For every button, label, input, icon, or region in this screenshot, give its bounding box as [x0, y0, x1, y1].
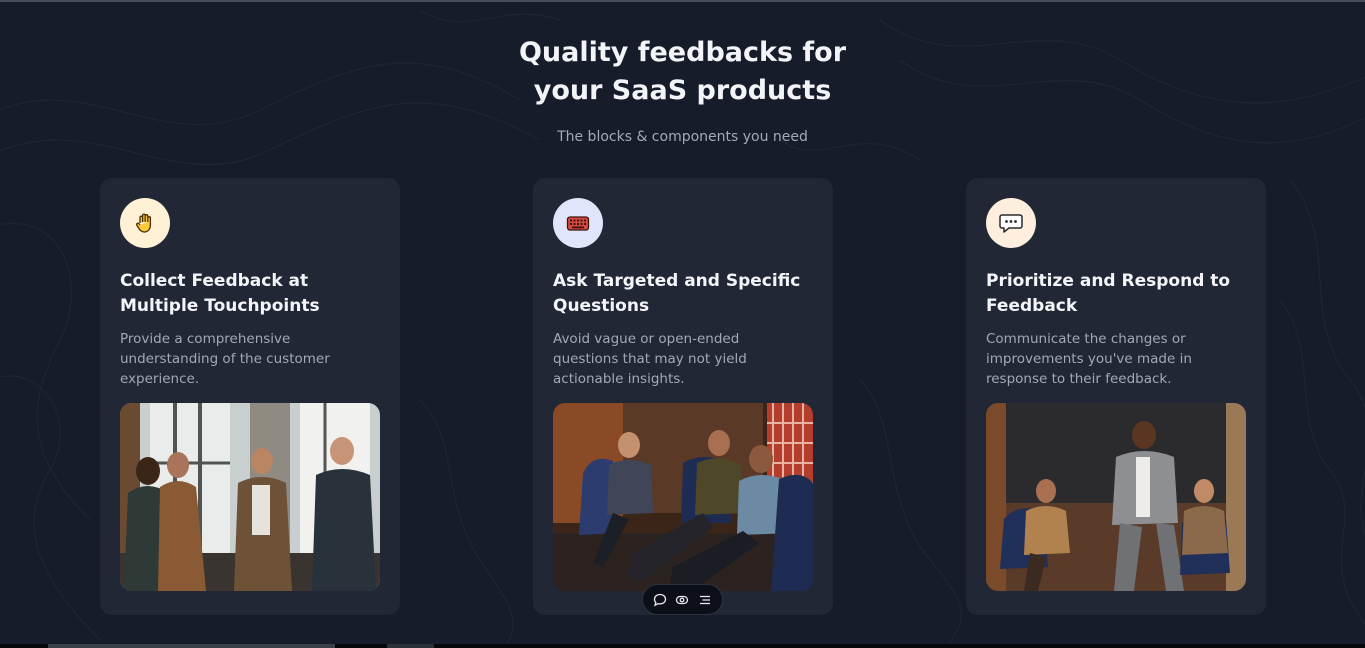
feature-icon-badge — [986, 198, 1036, 248]
hero-title-line-2: your SaaS products — [533, 75, 832, 106]
taskbar-segment — [387, 644, 434, 648]
hero-subtitle: The blocks & components you need — [557, 129, 808, 145]
feature-photo-team-meeting — [120, 403, 380, 591]
feature-photo-panel-discussion — [553, 403, 813, 591]
feature-title: Collect Feedback at Multiple Touchpoints — [120, 271, 320, 316]
floating-toolbar — [642, 584, 723, 615]
view-button[interactable] — [672, 590, 692, 610]
feature-description: Communicate the changes or improvements … — [986, 331, 1192, 387]
feature-photo-speaker-on-stage — [986, 403, 1246, 591]
feature-icon-badge — [553, 198, 603, 248]
menu-button[interactable] — [695, 590, 715, 610]
feature-card-prioritize-respond: Prioritize and Respond to Feedback Commu… — [966, 178, 1266, 615]
feature-card-targeted-questions: Ask Targeted and Specific Questions Avoi… — [533, 178, 833, 615]
raised-hand-icon — [136, 213, 152, 233]
feature-title: Prioritize and Respond to Feedback — [986, 271, 1231, 316]
eye-icon — [676, 595, 689, 604]
taskbar-strip — [0, 644, 1365, 648]
hero-title-line-1: Quality feedbacks for — [518, 37, 847, 68]
feature-icon-badge — [120, 198, 170, 248]
feature-description: Provide a comprehensive understanding of… — [120, 331, 330, 387]
comment-button[interactable] — [650, 590, 670, 610]
keyboard-icon — [566, 216, 590, 231]
comment-icon — [654, 593, 667, 607]
taskbar-segment — [48, 644, 335, 648]
feature-card-collect-feedback: Collect Feedback at Multiple Touchpoints… — [100, 178, 400, 615]
feature-description: Avoid vague or open-ended questions that… — [553, 331, 747, 387]
hero-title: Quality feedbacks for your SaaS products — [0, 34, 1365, 110]
speech-bubble-icon — [999, 214, 1023, 233]
menu-icon — [699, 595, 710, 604]
feature-title: Ask Targeted and Specific Questions — [553, 271, 801, 316]
